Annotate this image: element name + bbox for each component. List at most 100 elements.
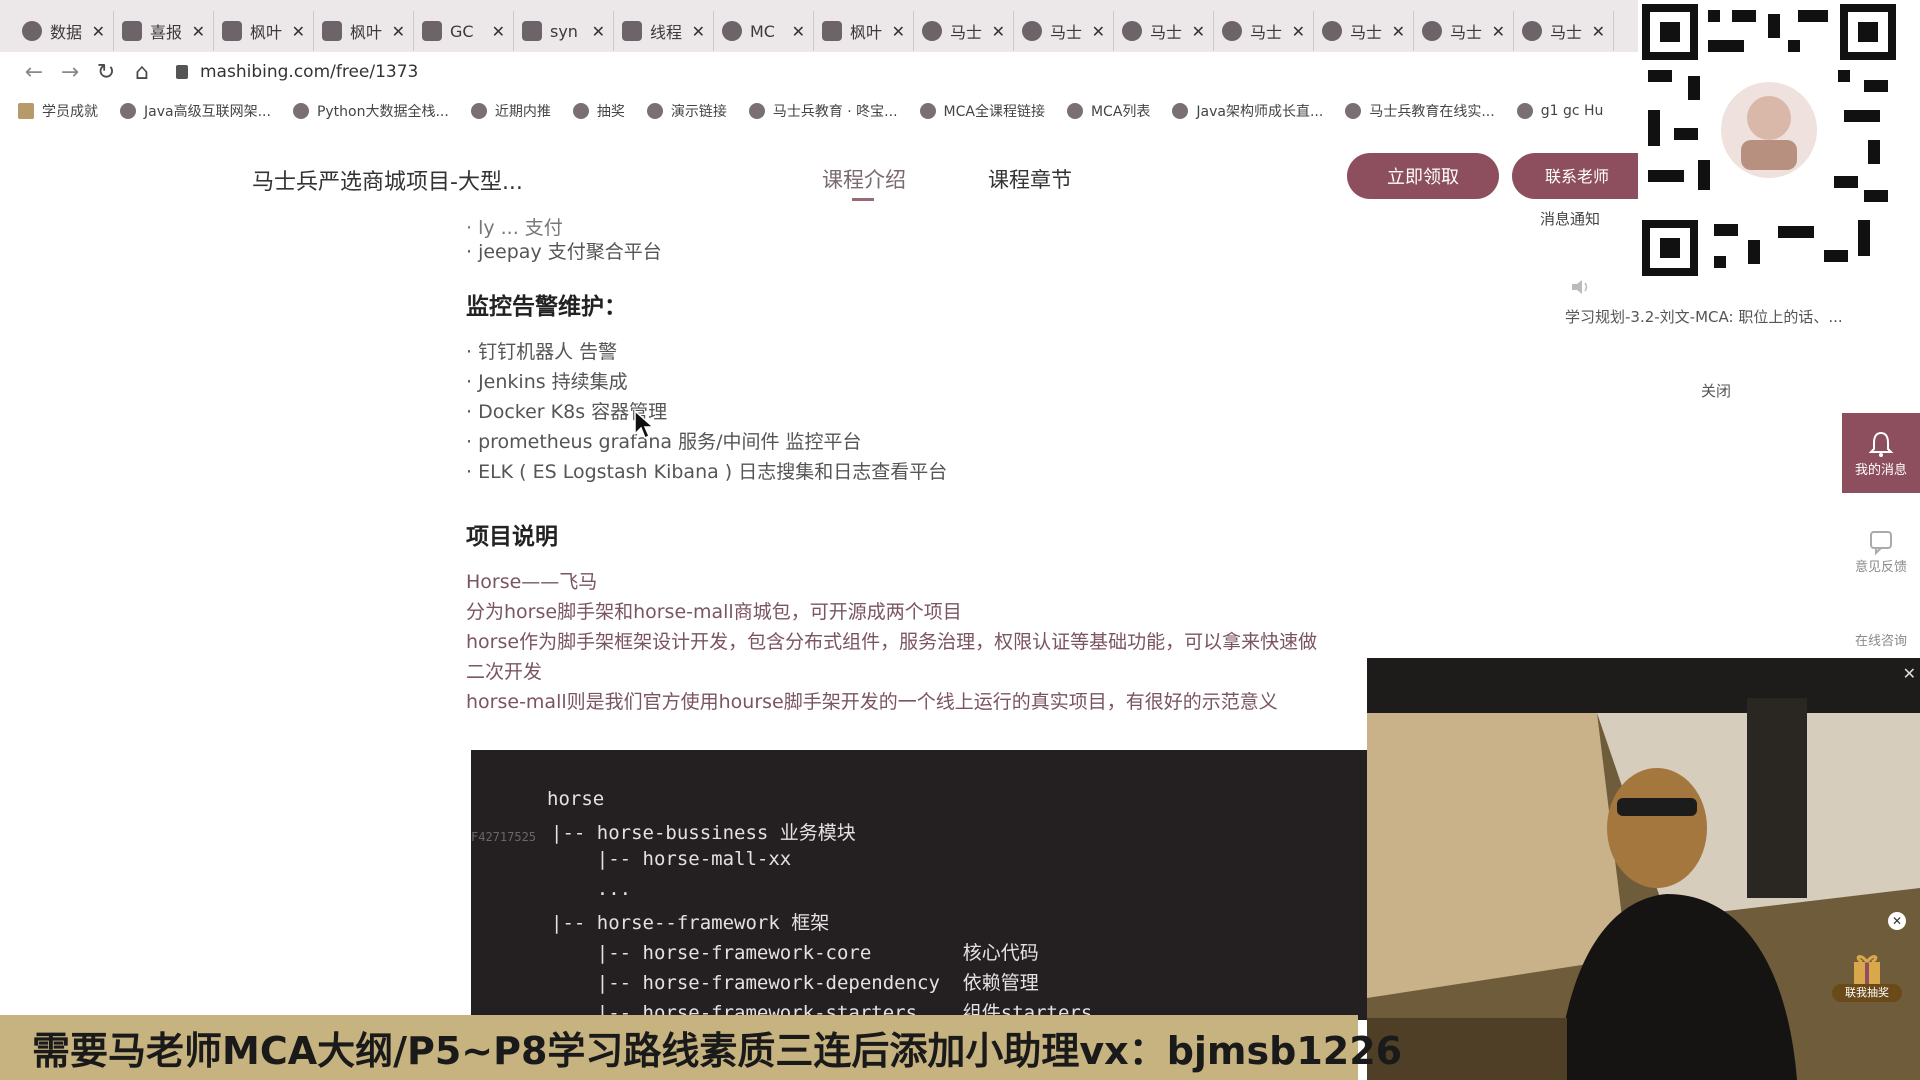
contact-teacher-button[interactable]: 联系老师 bbox=[1512, 153, 1642, 199]
back-arrow-icon[interactable]: ← bbox=[16, 60, 52, 85]
tab-close-icon[interactable]: ✕ bbox=[1392, 22, 1405, 41]
globe-icon bbox=[646, 103, 663, 119]
tab-close-icon[interactable]: ✕ bbox=[992, 22, 1005, 41]
url-field[interactable]: mashibing.com/free/1373 bbox=[176, 62, 418, 82]
tab-close-icon[interactable]: ✕ bbox=[392, 22, 405, 41]
code-line: |-- horse-framework-dependency 依赖管理 bbox=[551, 972, 1039, 994]
browser-tab[interactable]: 马士 ✕ bbox=[1514, 11, 1614, 51]
globe-icon bbox=[572, 103, 589, 119]
bookmark-item[interactable]: 马士兵教育在线实... bbox=[1345, 101, 1495, 121]
bell-icon bbox=[1868, 431, 1894, 457]
my-messages-button[interactable]: 我的消息 bbox=[1842, 413, 1920, 493]
tab-close-icon[interactable]: ✕ bbox=[292, 22, 305, 41]
browser-tab[interactable]: GC ✕ bbox=[414, 11, 514, 51]
browser-tab[interactable]: 线程 ✕ bbox=[614, 11, 714, 51]
online-consult-button[interactable]: 在线咨询 bbox=[1842, 630, 1920, 649]
bookmark-item[interactable]: 近期内推 bbox=[470, 101, 551, 121]
browser-tab[interactable]: 枫叶 ✕ bbox=[814, 11, 914, 51]
browser-tab[interactable]: 数据 ✕ bbox=[14, 11, 114, 51]
bookmark-item[interactable]: Java架构师成长直... bbox=[1172, 101, 1323, 121]
mouse-cursor-icon bbox=[634, 410, 655, 440]
tab-course-chapters[interactable]: 课程章节 bbox=[988, 164, 1072, 194]
browser-tab[interactable]: 喜报 ✕ bbox=[114, 11, 214, 51]
tab-close-icon[interactable]: ✕ bbox=[92, 22, 105, 41]
list-item: · Jenkins 持续集成 bbox=[466, 371, 628, 393]
bookmark-item[interactable]: g1 gc Hu bbox=[1516, 103, 1604, 119]
code-line: ... bbox=[551, 878, 632, 900]
tab-title: MC bbox=[750, 21, 775, 41]
forward-arrow-icon[interactable]: → bbox=[52, 60, 88, 85]
bookmark-item[interactable]: MCA列表 bbox=[1066, 101, 1150, 121]
active-tab-indicator bbox=[852, 198, 874, 201]
bookmark-item[interactable]: 抽奖 bbox=[572, 101, 625, 121]
browser-tab[interactable]: 马士 ✕ bbox=[1114, 11, 1214, 51]
tab-close-icon[interactable]: ✕ bbox=[792, 22, 805, 41]
browser-tab[interactable]: 马士 ✕ bbox=[1014, 11, 1114, 51]
bookmark-item[interactable]: 马士兵教育 · 咚宝... bbox=[748, 101, 898, 121]
browser-tab[interactable]: 马士 ✕ bbox=[914, 11, 1014, 51]
site-favicon-icon bbox=[522, 21, 542, 41]
course-title: 马士兵严选商城项目-大型... bbox=[252, 170, 523, 195]
tab-close-icon[interactable]: ✕ bbox=[592, 22, 605, 41]
browser-tab[interactable]: 枫叶 ✕ bbox=[314, 11, 414, 51]
browser-tab[interactable]: syn ✕ bbox=[514, 11, 614, 51]
globe-icon bbox=[748, 103, 765, 119]
feedback-button[interactable]: 意见反馈 bbox=[1842, 510, 1920, 590]
bookmark-label: g1 gc Hu bbox=[1540, 103, 1604, 119]
site-favicon-icon bbox=[919, 103, 936, 119]
video-close-icon[interactable]: ✕ bbox=[1903, 664, 1916, 683]
browser-tab[interactable]: 枫叶 ✕ bbox=[214, 11, 314, 51]
bookmark-item[interactable]: 演示链接 bbox=[646, 101, 727, 121]
badge-close-icon[interactable]: ✕ bbox=[1888, 912, 1906, 930]
tab-title: 马士 bbox=[1450, 23, 1483, 42]
code-line: |-- horse-bussiness 业务模块 bbox=[551, 822, 856, 844]
site-favicon-icon bbox=[722, 21, 742, 41]
tab-title: 线程 bbox=[650, 23, 683, 42]
tab-title: 马士 bbox=[1350, 23, 1383, 42]
notification-preview[interactable]: 学习规划-3.2-刘文-MCA: 职位上的话、... bbox=[1565, 306, 1843, 327]
address-bar: ← → ↻ ⌂ mashibing.com/free/1373 bbox=[0, 52, 1640, 92]
tab-close-icon[interactable]: ✕ bbox=[1492, 22, 1505, 41]
bookmark-label: 抽奖 bbox=[596, 104, 625, 120]
bookmark-item[interactable]: Python大数据全栈... bbox=[292, 101, 449, 121]
tab-title: 马士 bbox=[1150, 23, 1183, 42]
tab-close-icon[interactable]: ✕ bbox=[1292, 22, 1305, 41]
tab-close-icon[interactable]: ✕ bbox=[192, 22, 205, 41]
tab-close-icon[interactable]: ✕ bbox=[692, 22, 705, 41]
partial-list-item: · ly ... 支付 bbox=[466, 217, 563, 239]
bookmark-item[interactable]: 学员成就 bbox=[18, 101, 98, 121]
tab-title: 喜报 bbox=[150, 23, 183, 42]
tab-close-icon[interactable]: ✕ bbox=[1592, 22, 1605, 41]
bookmark-item[interactable]: Java高级互联网架... bbox=[120, 101, 271, 121]
site-favicon-icon bbox=[1422, 21, 1442, 41]
notification-close-link[interactable]: 关闭 bbox=[1701, 380, 1731, 401]
browser-tab[interactable]: 马士 ✕ bbox=[1214, 11, 1314, 51]
url-text: mashibing.com/free/1373 bbox=[200, 62, 419, 82]
browser-tab[interactable]: 马士 ✕ bbox=[1314, 11, 1414, 51]
tab-course-intro[interactable]: 课程介绍 bbox=[822, 164, 906, 194]
tab-close-icon[interactable]: ✕ bbox=[892, 22, 905, 41]
lottery-badge[interactable]: ✕ 联我抽奖 bbox=[1832, 912, 1906, 1002]
code-block: F42717525 horse |-- horse-bussiness 业务模块… bbox=[471, 750, 1368, 1020]
code-line: |-- horse-framework-core 核心代码 bbox=[551, 942, 1039, 964]
list-item: · jeepay 支付聚合平台 bbox=[466, 241, 662, 263]
claim-now-button[interactable]: 立即领取 bbox=[1347, 153, 1499, 199]
tab-title: 枫叶 bbox=[250, 23, 283, 42]
site-favicon-icon bbox=[22, 21, 42, 41]
bookmark-label: 马士兵教育在线实... bbox=[1369, 104, 1495, 120]
tab-title: 马士 bbox=[1550, 23, 1583, 42]
browser-tab[interactable]: MC ✕ bbox=[714, 11, 814, 51]
tab-close-icon[interactable]: ✕ bbox=[1192, 22, 1205, 41]
tab-close-icon[interactable]: ✕ bbox=[492, 22, 505, 41]
reload-icon[interactable]: ↻ bbox=[88, 60, 124, 85]
bookmark-label: 演示链接 bbox=[670, 104, 727, 120]
tab-close-icon[interactable]: ✕ bbox=[1092, 22, 1105, 41]
notification-title: 消息通知 bbox=[1540, 210, 1601, 228]
paragraph-line: 分为horse脚手架和horse-mall商城包，可开源成两个项目 bbox=[466, 601, 962, 623]
bookmark-label: 马士兵教育 · 咚宝... bbox=[772, 104, 898, 120]
home-icon[interactable]: ⌂ bbox=[124, 60, 160, 85]
browser-tab[interactable]: 马士 ✕ bbox=[1414, 11, 1514, 51]
watermark: F42717525 bbox=[471, 830, 537, 844]
bookmark-item[interactable]: MCA全课程链接 bbox=[919, 101, 1045, 121]
tab-title: 枫叶 bbox=[850, 23, 883, 42]
